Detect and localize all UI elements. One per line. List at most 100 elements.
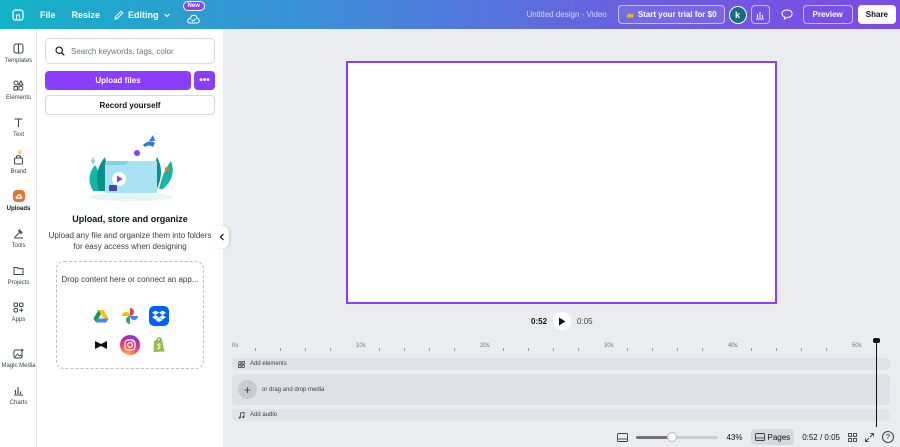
dropzone-text: Drop content here or connect an app... (61, 275, 199, 284)
add-audio-row[interactable]: Add audio (232, 409, 890, 421)
google-photos-icon[interactable] (120, 306, 140, 326)
fullscreen-icon[interactable] (865, 432, 874, 442)
nav-label-tools: Tools (11, 243, 26, 249)
nav-item-apps[interactable]: Apps (0, 300, 37, 323)
timeline: 0s 10s 20s 30s 40s 50s Add elements + or… (223, 337, 900, 425)
media-track[interactable]: + or drag and drop media (232, 374, 890, 405)
design-canvas[interactable] (346, 61, 777, 304)
nav-label-projects: Projects (7, 280, 30, 286)
cloud-check-icon (187, 14, 200, 23)
chevron-down-icon (163, 13, 170, 17)
nav-label-brand: Brand (10, 169, 27, 175)
nav-label-magic-media: Magic Media (1, 363, 36, 369)
start-trial-label: Start your trial for $0 (637, 10, 717, 19)
top-bar: File Resize Editing New Untitled design … (0, 0, 900, 29)
zoom-slider[interactable] (636, 431, 719, 442)
nav-item-brand[interactable]: ♛ Brand (0, 150, 37, 175)
pencil-icon (114, 10, 124, 20)
search-icon (55, 46, 65, 56)
add-elements-row[interactable]: Add elements (232, 358, 890, 370)
play-button[interactable] (553, 312, 572, 330)
tick-label: 10s (356, 343, 366, 349)
bar-chart-icon (756, 11, 765, 19)
comments-button[interactable] (778, 5, 797, 24)
start-trial-button[interactable]: Start your trial for $0 (617, 5, 725, 24)
uploads-icon (12, 189, 26, 203)
side-nav: Templates Elements Text ♛ Brand Uploads … (0, 29, 37, 447)
shopify-icon[interactable] (149, 335, 169, 355)
tick-label: 20s (480, 343, 490, 349)
search-placeholder: Search keywords, tags, color (71, 46, 174, 56)
record-yourself-button[interactable]: Record yourself (45, 95, 215, 115)
zoom-slider-handle[interactable] (666, 431, 677, 442)
capcut-icon[interactable] (91, 335, 111, 355)
pages-button[interactable]: Pages (750, 429, 795, 445)
instagram-icon[interactable] (120, 335, 140, 355)
nav-item-charts[interactable]: Charts (0, 383, 37, 406)
timeline-ruler[interactable]: 0s 10s 20s 30s 40s 50s (231, 341, 891, 355)
dropzone[interactable]: Drop content here or connect an app... (56, 261, 204, 369)
more-options-button[interactable]: ••• (194, 71, 215, 90)
crown-icon (626, 11, 634, 17)
upload-files-button[interactable]: Upload files (45, 71, 191, 90)
nav-label-apps: Apps (11, 317, 26, 323)
add-page-button[interactable]: + (238, 380, 257, 399)
crown-icon: ♛ (17, 150, 23, 156)
text-icon (12, 115, 26, 129)
add-elements-label: Add elements (250, 361, 287, 367)
nav-item-projects[interactable]: Projects (0, 263, 37, 286)
document-title[interactable]: Untitled design - Video (526, 10, 606, 19)
uploads-illustration (89, 135, 173, 201)
music-note-icon (238, 411, 245, 419)
notes-icon[interactable] (617, 432, 629, 442)
search-input[interactable]: Search keywords, tags, color (45, 38, 215, 64)
google-drive-icon[interactable] (91, 306, 111, 326)
nav-item-text[interactable]: Text (0, 115, 37, 138)
tick-label: 50s (852, 343, 862, 349)
elements-icon (238, 360, 245, 368)
magic-media-icon (12, 346, 26, 360)
nav-item-magic-media[interactable]: Magic Media (0, 346, 37, 369)
nav-label-uploads: Uploads (6, 206, 31, 212)
resize-menu[interactable]: Resize (64, 0, 109, 29)
time-readout: 0:52 / 0:05 (802, 432, 840, 442)
file-menu[interactable]: File (32, 0, 64, 29)
grid-view-icon[interactable] (848, 432, 857, 442)
cloud-sync-button[interactable]: New (182, 0, 205, 29)
share-button[interactable]: Share (857, 5, 896, 24)
brand-icon: ♛ (12, 150, 26, 166)
nav-label-elements: Elements (5, 95, 31, 101)
footer-bar: 43% Pages 0:52 / 0:05 ? (223, 427, 900, 447)
collapse-panel-button[interactable] (214, 226, 229, 248)
nav-label-charts: Charts (9, 400, 28, 406)
zoom-level[interactable]: 43% (726, 433, 742, 442)
add-audio-label: Add audio (250, 412, 278, 418)
templates-icon (12, 41, 26, 55)
nav-label-text: Text (12, 132, 24, 138)
apps-icon (12, 300, 26, 314)
new-badge: New (182, 1, 205, 11)
home-button[interactable] (4, 0, 32, 29)
avatar[interactable]: k (728, 5, 747, 24)
preview-button[interactable]: Preview (802, 5, 853, 24)
home-icon (12, 8, 24, 21)
insights-button[interactable] (750, 5, 770, 24)
play-icon (559, 317, 566, 325)
nav-item-templates[interactable]: Templates (0, 41, 37, 64)
pages-icon (754, 433, 765, 441)
uploads-heading: Upload, store and organize (72, 214, 188, 224)
nav-item-tools[interactable]: Tools (0, 226, 37, 249)
tick-label: 40s (728, 343, 738, 349)
help-button[interactable]: ? (882, 431, 894, 443)
nav-item-elements[interactable]: Elements (0, 78, 37, 101)
playhead[interactable] (876, 341, 877, 427)
playhead-handle[interactable] (873, 338, 880, 343)
nav-item-uploads[interactable]: Uploads (0, 189, 37, 212)
drop-media-label: or drag and drop media (262, 386, 325, 393)
folder-icon (12, 263, 26, 277)
dropbox-icon[interactable] (149, 306, 169, 326)
editing-label: Editing (128, 9, 159, 20)
uploads-description: Upload any file and organize them into f… (48, 231, 212, 251)
editing-menu[interactable]: Editing (108, 0, 179, 29)
tick-label: 30s (604, 343, 614, 349)
